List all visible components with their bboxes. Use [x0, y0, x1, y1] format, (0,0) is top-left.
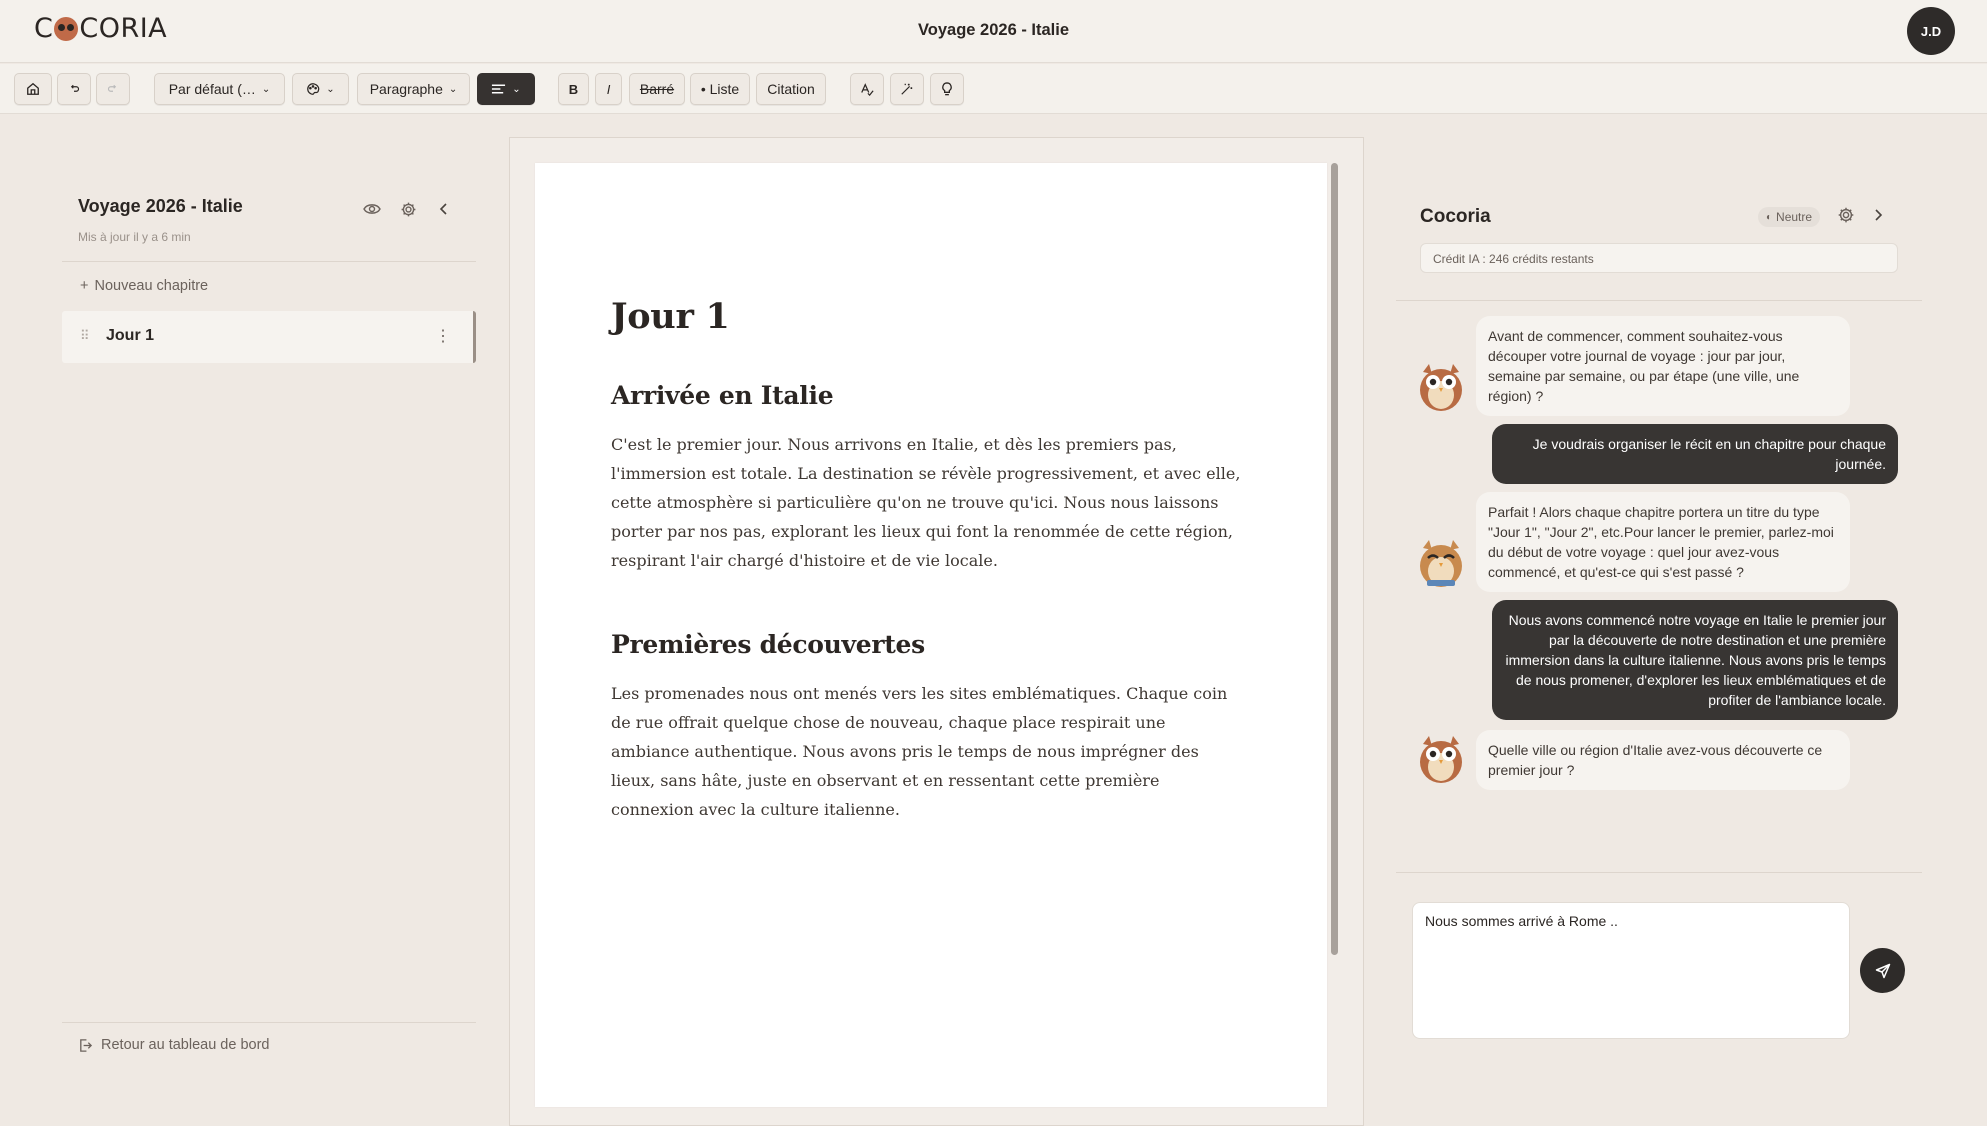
ai-message: Parfait ! Alors chaque chapitre portera … [1476, 492, 1850, 592]
undo-button[interactable] [57, 73, 91, 105]
divider [1396, 300, 1922, 301]
magic-wand-icon [901, 83, 913, 95]
section-paragraph[interactable]: Les promenades nous ont menés vers les s… [611, 679, 1241, 824]
plus-icon: + [80, 278, 89, 294]
chat-message-input[interactable]: Nous sommes arrivé à Rome .. [1412, 902, 1850, 1039]
font-select[interactable]: Par défaut (… ⌄ [154, 73, 285, 105]
align-left-icon [492, 84, 506, 94]
owl-avatar-icon [1420, 736, 1462, 783]
back-label: Retour au tableau de bord [101, 1037, 270, 1053]
strikethrough-label: Barré [639, 81, 675, 97]
chevron-down-icon: ⌄ [326, 83, 335, 95]
preview-button[interactable] [361, 198, 383, 220]
lightbulb-icon [942, 81, 952, 95]
user-avatar[interactable]: J.D [1907, 7, 1955, 55]
ai-magic-button[interactable] [890, 73, 924, 105]
chapter-heading[interactable]: Jour 1 [611, 296, 1241, 337]
block-type-select[interactable]: Paragraphe ⌄ [357, 73, 470, 105]
new-chapter-label: Nouveau chapitre [94, 278, 209, 294]
more-vertical-icon[interactable]: ⋮ [435, 326, 451, 346]
italic-button[interactable]: I [595, 73, 622, 105]
bold-button[interactable]: B [558, 73, 589, 105]
chevron-down-icon: ⌄ [512, 83, 521, 95]
redo-button[interactable] [96, 73, 130, 105]
spellcheck-button[interactable] [850, 73, 884, 105]
sidebar-title: Voyage 2026 - Italie [78, 196, 243, 216]
document-title: Voyage 2026 - Italie [917, 21, 1070, 39]
last-updated-text: Mis à jour il y a 6 min [78, 230, 191, 244]
tone-badge[interactable]: ◐ Neutre [1758, 207, 1821, 227]
ai-message: Quelle ville ou région d'Italie avez-vou… [1476, 730, 1850, 790]
tone-label: Neutre [1776, 210, 1813, 224]
chapter-item[interactable]: ⠿ Jour 1 ⋮ [62, 311, 476, 363]
collapse-sidebar-button[interactable] [433, 198, 455, 220]
redo-icon [107, 84, 117, 92]
editor-scrollbar[interactable] [1331, 163, 1338, 955]
idea-button[interactable] [930, 73, 964, 105]
divider [62, 261, 476, 262]
chevron-right-icon [1875, 209, 1883, 221]
top-bar: C CORIA Voyage 2026 - Italie J.D [0, 0, 1987, 63]
owl-avatar-icon [1420, 364, 1462, 411]
chapter-label: Jour 1 [106, 327, 155, 344]
palette-icon [307, 83, 320, 95]
palette-icon: ◐ [1766, 211, 1773, 223]
drag-handle-icon[interactable]: ⠿ [80, 328, 90, 344]
exit-icon [80, 1038, 93, 1052]
quote-button[interactable]: Citation [756, 73, 826, 105]
undo-icon [70, 84, 80, 92]
chat-title: Cocoria [1420, 206, 1491, 227]
section-paragraph[interactable]: C'est le premier jour. Nous arrivons en … [611, 430, 1241, 575]
chevron-down-icon: ⌄ [448, 83, 458, 95]
back-to-dashboard-link[interactable]: Retour au tableau de bord [78, 1037, 270, 1053]
chevron-down-icon: ⌄ [261, 83, 271, 95]
send-button[interactable] [1860, 948, 1905, 993]
new-chapter-button[interactable]: + Nouveau chapitre [80, 278, 208, 294]
divider [1396, 872, 1922, 873]
chat-settings-button[interactable] [1837, 206, 1855, 229]
document-content[interactable]: Jour 1 Arrivée en Italie C'est le premie… [611, 296, 1241, 879]
strikethrough-button[interactable]: Barré [629, 73, 685, 105]
divider [62, 1022, 476, 1023]
user-message: Je voudrais organiser le récit en un cha… [1492, 424, 1898, 484]
owl-avatar-icon [1420, 540, 1462, 587]
color-palette-button[interactable]: ⌄ [292, 73, 349, 105]
section-heading[interactable]: Arrivée en Italie [611, 381, 1241, 410]
ai-message: Avant de commencer, comment souhaitez-vo… [1476, 316, 1850, 416]
eye-icon [363, 204, 381, 214]
alignment-select[interactable]: ⌄ [477, 73, 535, 105]
home-icon [27, 82, 39, 95]
bullet-list-button[interactable]: • Liste [690, 73, 750, 105]
spellcheck-icon [861, 83, 874, 96]
send-icon [1875, 963, 1890, 978]
font-select-value: Par défaut (… [168, 81, 256, 97]
settings-button[interactable] [397, 198, 419, 220]
gear-icon [401, 202, 415, 216]
user-message: Nous avons commencé notre voyage en Ital… [1492, 600, 1898, 720]
chevron-left-icon [439, 203, 447, 215]
block-type-value: Paragraphe [369, 81, 443, 97]
gear-icon [1838, 207, 1854, 223]
ai-credit-info: Crédit IA : 246 crédits restants [1420, 243, 1898, 273]
editor-toolbar: Par défaut (… ⌄ ⌄ Paragraphe ⌄ ⌄ B I Bar… [0, 64, 1987, 114]
home-button[interactable] [14, 73, 52, 105]
collapse-chat-button[interactable] [1873, 206, 1883, 229]
section-heading[interactable]: Premières découvertes [611, 630, 1241, 659]
